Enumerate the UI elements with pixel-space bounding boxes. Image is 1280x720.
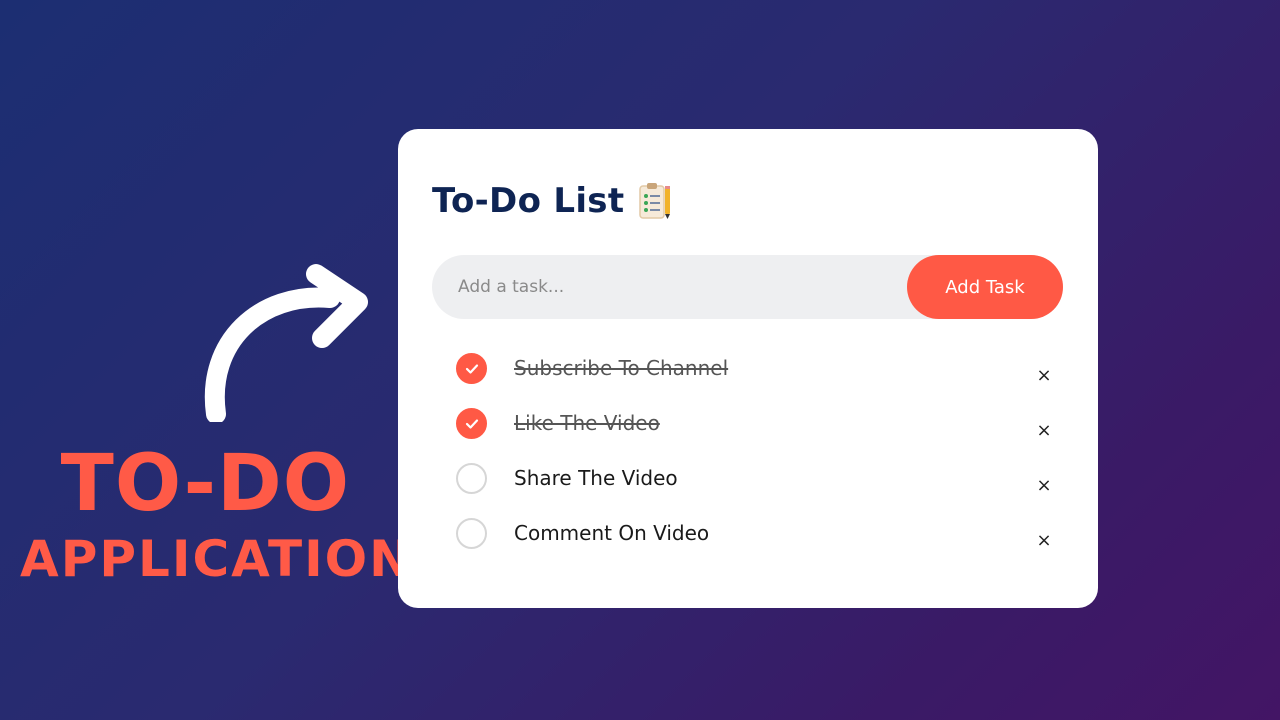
task-checkbox[interactable]: [456, 518, 487, 549]
task-input-row: Add Task: [432, 255, 1063, 319]
promo-line-application: APPLICATION: [20, 530, 414, 588]
checkmark-icon: [465, 363, 478, 374]
delete-task-button[interactable]: ×: [1034, 531, 1054, 551]
promo-heading: TO-DO APPLICATION: [20, 439, 414, 589]
task-label[interactable]: Subscribe To Channel: [514, 353, 728, 384]
task-list: Subscribe To Channel × Like The Video × …: [456, 353, 1066, 573]
delete-task-button[interactable]: ×: [1034, 366, 1054, 386]
task-checkbox[interactable]: [456, 463, 487, 494]
task-label[interactable]: Share The Video: [514, 463, 678, 494]
task-item-subscribe: Subscribe To Channel ×: [456, 353, 1066, 408]
todo-card: To-Do List Add Task Subscribe To Channel…: [398, 129, 1098, 608]
checkmark-icon: [465, 418, 478, 429]
delete-task-button[interactable]: ×: [1034, 421, 1054, 441]
task-checkbox[interactable]: [456, 353, 487, 384]
task-checkbox[interactable]: [456, 408, 487, 439]
page-title: To-Do List: [432, 181, 625, 221]
task-item-share: Share The Video ×: [456, 463, 1066, 518]
add-task-button[interactable]: Add Task: [907, 255, 1063, 319]
task-label[interactable]: Like The Video: [514, 408, 660, 439]
task-input[interactable]: [432, 255, 902, 319]
promo-line-todo: TO-DO: [60, 439, 350, 529]
curved-arrow-icon: [204, 264, 368, 422]
clipboard-with-pencil-icon: [639, 183, 671, 219]
delete-task-button[interactable]: ×: [1034, 476, 1054, 496]
task-item-comment: Comment On Video ×: [456, 518, 1066, 573]
task-item-like: Like The Video ×: [456, 408, 1066, 463]
title-row: To-Do List: [432, 181, 672, 221]
task-label[interactable]: Comment On Video: [514, 518, 709, 549]
